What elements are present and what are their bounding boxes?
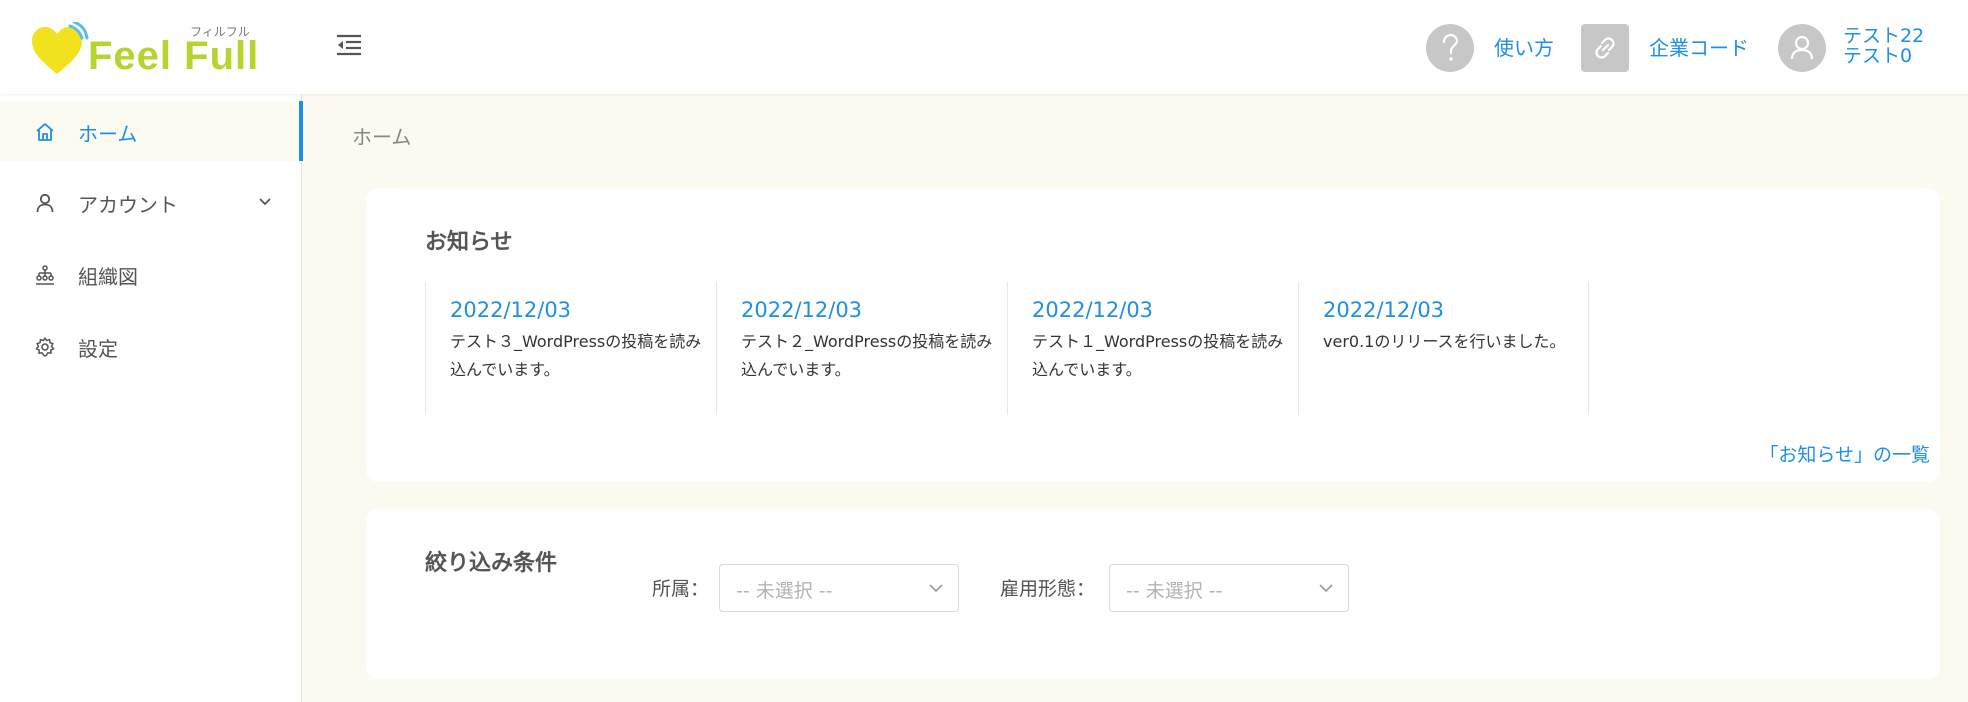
news-text: テスト３_WordPressの投稿を読み込んでいます。 [450,332,702,379]
user-icon [36,193,54,213]
news-date[interactable]: 2022/12/03 [1032,298,1153,322]
chevron-down-icon [929,584,943,593]
logo[interactable]: Feel Full フィルフル [30,20,260,80]
notices-list-link[interactable]: 「お知らせ」の一覧 [1759,440,1930,467]
sidebar-item-org-chart[interactable]: 組織図 [0,244,302,304]
news-item[interactable]: 2022/12/03 ver0.1のリリースを行いました。 [1298,282,1589,415]
app-header: Feel Full フィルフル 使い方 企業コード テスト22 テスト0 [0,0,1968,94]
filter-title: 絞り込み条件 [425,551,558,576]
sidebar: ホーム アカウント 組織図 設定 [0,94,303,702]
company-code-link[interactable]: 企業コード [1649,32,1749,61]
sidebar-item-home[interactable]: ホーム [0,101,303,161]
news-text: テスト１_WordPressの投稿を読み込んでいます。 [1032,332,1284,379]
org-chart-icon [36,265,54,285]
department-select[interactable]: -- 未選択 -- [719,564,959,612]
news-date[interactable]: 2022/12/03 [1323,298,1444,322]
sidebar-item-label: ホーム [78,122,138,146]
sidebar-item-account[interactable]: アカウント [0,172,302,232]
logo-ruby: フィルフル [190,25,250,39]
news-item[interactable]: 2022/12/03 テスト３_WordPressの投稿を読み込んでいます。 [425,282,716,415]
avatar-icon[interactable] [1778,24,1826,72]
user-name-line2[interactable]: テスト0 [1843,46,1912,66]
news-item[interactable]: 2022/12/03 テスト２_WordPressの投稿を読み込んでいます。 [716,282,1007,415]
help-icon[interactable] [1426,24,1474,72]
department-label: 所属： [652,578,710,600]
employment-type-select[interactable]: -- 未選択 -- [1109,564,1349,612]
news-text: ver0.1のリリースを行いました。 [1323,332,1566,351]
link-icon[interactable] [1581,24,1629,72]
menu-collapse-icon[interactable] [334,30,364,60]
gear-icon [35,337,55,357]
employment-type-label: 雇用形態： [1000,578,1096,600]
sidebar-item-label: 設定 [78,337,118,361]
news-date[interactable]: 2022/12/03 [450,298,571,322]
news-text: テスト２_WordPressの投稿を読み込んでいます。 [741,332,993,379]
help-link[interactable]: 使い方 [1494,32,1554,61]
department-select-value: -- 未選択 -- [736,580,833,602]
logo-text: Feel Full [88,34,260,78]
home-icon [36,123,54,141]
heart-logo-icon [32,22,89,74]
news-date[interactable]: 2022/12/03 [741,298,862,322]
sidebar-item-settings[interactable]: 設定 [0,316,302,376]
employment-type-select-value: -- 未選択 -- [1126,580,1223,602]
breadcrumb[interactable]: ホーム [352,121,411,150]
sidebar-item-label: アカウント [78,193,178,217]
sidebar-item-label: 組織図 [78,265,138,289]
chevron-down-icon [1319,584,1333,593]
chevron-down-icon [259,198,271,206]
news-item[interactable]: 2022/12/03 テスト１_WordPressの投稿を読み込んでいます。 [1007,282,1298,415]
notices-title: お知らせ [425,230,513,255]
user-name-line1[interactable]: テスト22 [1843,26,1924,46]
